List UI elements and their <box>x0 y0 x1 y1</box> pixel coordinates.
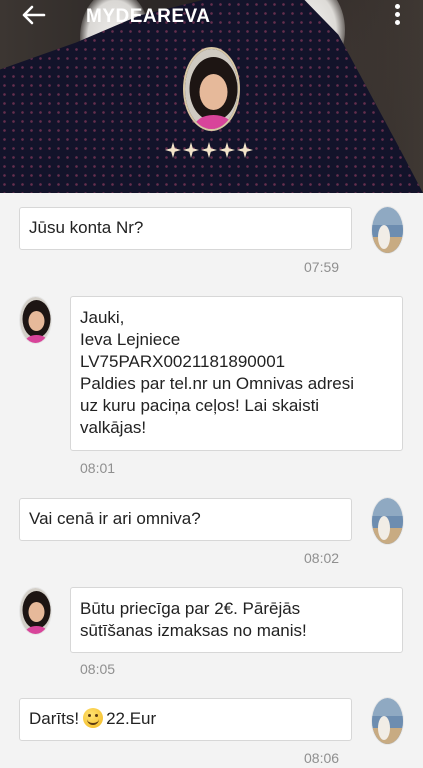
profile-header: MYDEAREVA <box>0 0 423 193</box>
star-icon <box>201 142 217 158</box>
message-bubble-incoming[interactable]: Jauki, Ieva Lejniece LV75PARX00211818900… <box>70 296 403 451</box>
contact-avatar[interactable] <box>19 296 52 344</box>
message-timestamp: 08:05 <box>80 661 116 677</box>
star-icon <box>237 142 253 158</box>
star-icon <box>165 142 181 158</box>
message-text-suffix: 22.Eur <box>106 709 157 728</box>
profile-avatar[interactable] <box>183 47 240 131</box>
message-text: Būtu priecīga par 2€. Pārējās sūtīšanas … <box>80 599 307 640</box>
message-bubble-incoming[interactable]: Būtu priecīga par 2€. Pārējās sūtīšanas … <box>70 587 403 653</box>
message-bubble-outgoing[interactable]: Darīts! 22.Eur <box>19 698 352 741</box>
rating-stars <box>165 142 253 160</box>
message-text: Vai cenā ir ari omniva? <box>29 509 201 528</box>
user-avatar[interactable] <box>371 697 404 745</box>
more-vertical-icon <box>389 4 405 25</box>
smiling-face-emoji <box>83 708 104 728</box>
message-text: Jauki, Ieva Lejniece LV75PARX00211818900… <box>80 308 355 437</box>
message-timestamp: 07:59 <box>304 259 340 275</box>
user-avatar[interactable] <box>371 497 404 545</box>
message-timestamp: 08:06 <box>304 750 340 766</box>
contact-avatar[interactable] <box>19 587 52 635</box>
page-title: MYDEAREVA <box>86 6 211 27</box>
user-avatar[interactable] <box>371 206 404 254</box>
arrow-left-icon <box>22 5 46 25</box>
message-timestamp: 08:01 <box>80 460 116 476</box>
star-icon <box>219 142 235 158</box>
message-timestamp: 08:02 <box>304 550 340 566</box>
star-icon <box>183 142 199 158</box>
message-text: Jūsu konta Nr? <box>29 218 144 237</box>
more-options-button[interactable] <box>389 4 405 26</box>
back-button[interactable] <box>20 4 46 26</box>
message-text: Darīts! <box>29 709 80 728</box>
message-bubble-outgoing[interactable]: Vai cenā ir ari omniva? <box>19 498 352 541</box>
message-bubble-outgoing[interactable]: Jūsu konta Nr? <box>19 207 352 250</box>
